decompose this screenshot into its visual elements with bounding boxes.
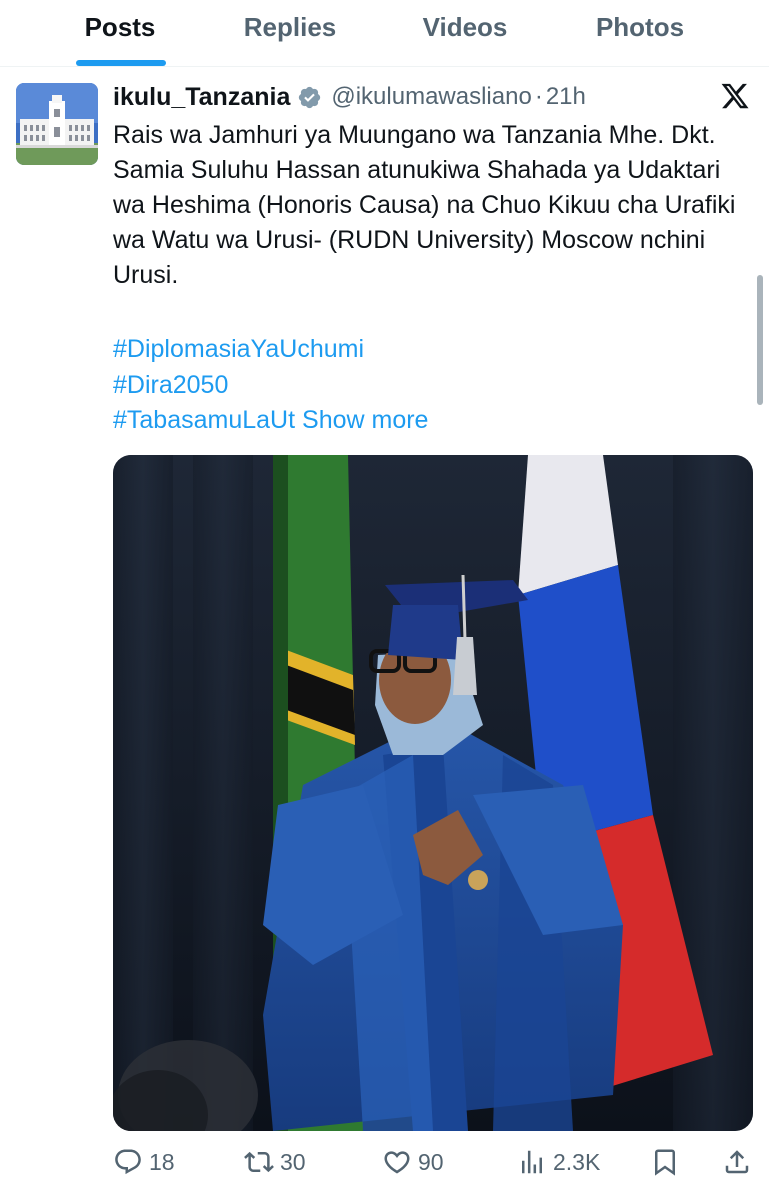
repost-count: 30 xyxy=(280,1148,306,1175)
bookmark-icon xyxy=(655,1149,675,1176)
post-text: Rais wa Jamhuri ya Muungano wa Tanzania … xyxy=(113,118,753,293)
tab-videos[interactable]: Videos xyxy=(400,0,530,66)
repost-icon xyxy=(244,1151,274,1173)
tab-posts-label: Posts xyxy=(84,12,156,42)
hashtag-link[interactable]: #Dira2050 xyxy=(113,371,228,399)
tab-replies-label: Replies xyxy=(243,12,337,42)
action-bar: 18 30 90 2.3K xyxy=(0,1140,769,1184)
like-button[interactable]: 90 xyxy=(382,1140,444,1184)
repost-button[interactable]: 30 xyxy=(244,1140,306,1184)
heart-icon xyxy=(384,1151,410,1174)
views-button[interactable]: 2.3K xyxy=(517,1140,600,1184)
hashtag-link[interactable]: #TabasamuLaUt xyxy=(113,406,295,434)
post-text-content: Rais wa Jamhuri ya Muungano wa Tanzania … xyxy=(113,121,736,289)
show-more-link[interactable]: Show more xyxy=(302,406,428,434)
reply-button[interactable]: 18 xyxy=(113,1140,175,1184)
hashtags: #DiplomasiaYaUchumi #Dira2050 #TabasamuL… xyxy=(113,332,428,439)
tab-replies[interactable]: Replies xyxy=(220,0,360,66)
views-chart-icon xyxy=(522,1150,542,1174)
scrollbar[interactable] xyxy=(757,275,763,405)
tab-photos-label: Photos xyxy=(595,12,685,42)
like-count: 90 xyxy=(418,1148,444,1175)
verified-badge-icon xyxy=(299,86,321,108)
x-logo-icon[interactable] xyxy=(720,81,750,111)
post-time[interactable]: 21h xyxy=(546,83,586,111)
dot-separator: · xyxy=(534,83,543,110)
profile-tabs: Posts Replies Videos Photos xyxy=(0,0,769,67)
tab-videos-label: Videos xyxy=(422,12,508,42)
share-button[interactable] xyxy=(722,1140,752,1184)
avatar[interactable] xyxy=(16,83,98,165)
bookmark-button[interactable] xyxy=(650,1140,680,1184)
author-handle[interactable]: @ikulumawasliano xyxy=(331,83,531,111)
hashtag-link[interactable]: #DiplomasiaYaUchumi xyxy=(113,335,364,363)
post-image[interactable] xyxy=(113,455,753,1131)
views-count: 2.3K xyxy=(553,1148,601,1175)
share-icon xyxy=(725,1150,749,1174)
tab-posts[interactable]: Posts xyxy=(60,0,180,66)
reply-icon xyxy=(115,1149,141,1175)
author-name[interactable]: ikulu_Tanzania xyxy=(113,83,290,112)
active-tab-indicator xyxy=(76,60,166,66)
post-header: ikulu_Tanzania @ikulumawasliano · 21h xyxy=(113,80,586,114)
tab-photos[interactable]: Photos xyxy=(570,0,710,66)
reply-count: 18 xyxy=(149,1148,175,1175)
